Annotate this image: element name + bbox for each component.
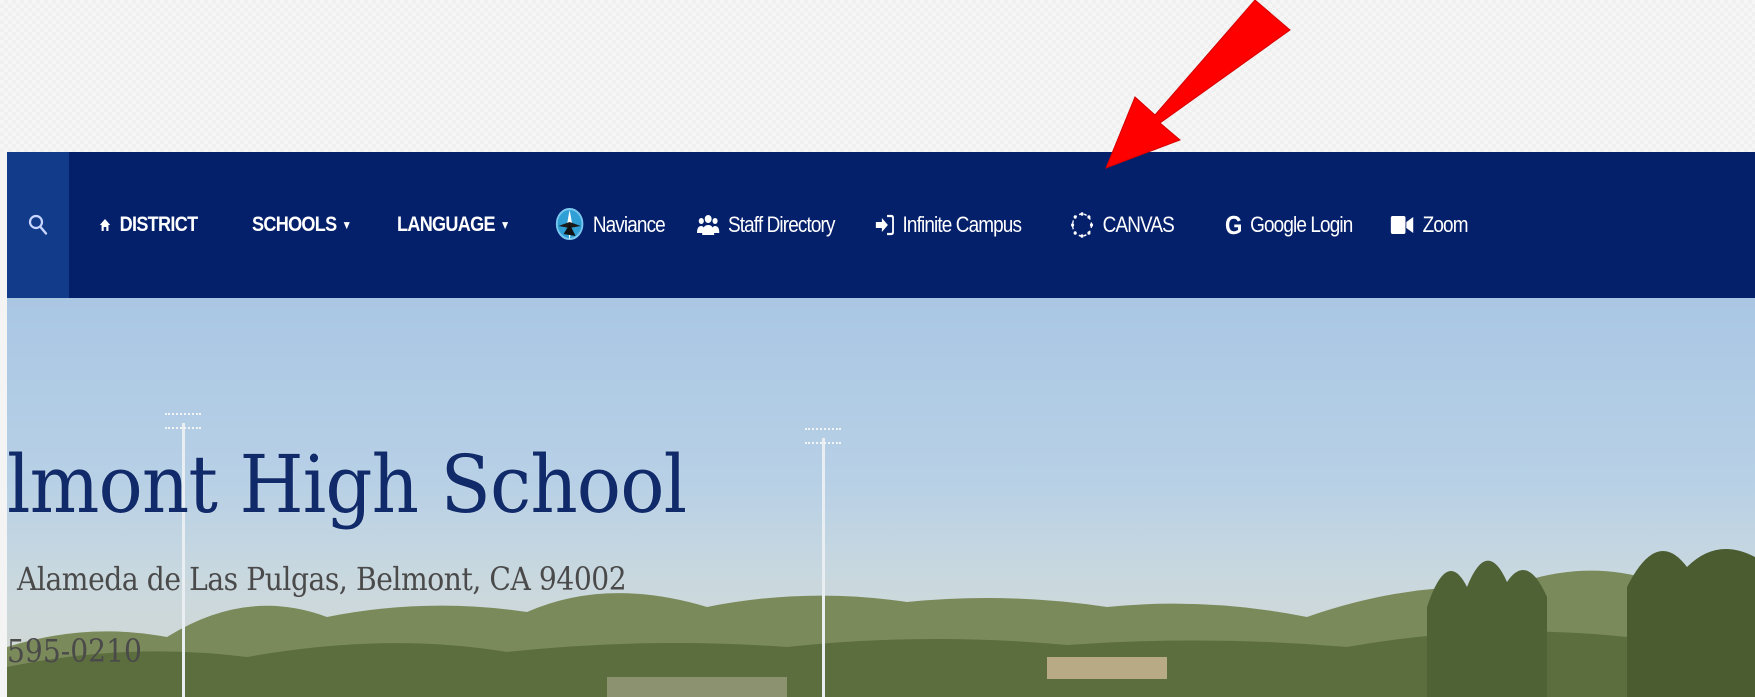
nav-zoom-label: Zoom xyxy=(1422,212,1469,237)
nav-zoom[interactable]: Zoom xyxy=(1390,152,1468,298)
naviance-compass-icon xyxy=(555,206,584,244)
screenshot-top-margin xyxy=(0,0,1755,152)
video-camera-icon xyxy=(1390,214,1414,236)
school-phone: 595-0210 xyxy=(7,632,142,670)
chevron-down-icon: ▼ xyxy=(499,218,510,232)
nav-google-login-label: Google Login xyxy=(1250,212,1353,237)
website-frame: DISTRICT SCHOOLS ▼ LANGUAGE ▼ Naviance S… xyxy=(7,152,1755,697)
search-icon xyxy=(28,214,48,235)
search-button[interactable] xyxy=(7,152,69,298)
google-icon: G xyxy=(1225,209,1242,240)
canvas-icon xyxy=(1070,211,1094,239)
school-address: Alameda de Las Pulgas, Belmont, CA 94002 xyxy=(17,560,627,598)
main-navbar: DISTRICT SCHOOLS ▼ LANGUAGE ▼ Naviance S… xyxy=(7,152,1755,298)
nav-naviance[interactable]: Naviance xyxy=(555,152,666,298)
nav-canvas[interactable]: CANVAS xyxy=(1070,152,1175,298)
stadium-light xyxy=(165,413,201,429)
nav-canvas-label: CANVAS xyxy=(1102,212,1175,237)
nav-district-label: DISTRICT xyxy=(119,213,198,236)
hero-background-image xyxy=(7,549,1755,697)
hero-banner: lmont High School Alameda de Las Pulgas,… xyxy=(7,298,1755,697)
home-icon xyxy=(99,218,111,232)
nav-district[interactable]: DISTRICT xyxy=(99,152,198,298)
users-icon xyxy=(697,213,720,237)
nav-infinite-campus-label: Infinite Campus xyxy=(902,212,1022,237)
nav-naviance-label: Naviance xyxy=(592,212,666,237)
nav-language-label: LANGUAGE xyxy=(397,213,496,236)
chevron-down-icon: ▼ xyxy=(341,218,352,232)
sign-in-icon xyxy=(875,214,894,236)
nav-infinite-campus[interactable]: Infinite Campus xyxy=(875,152,1022,298)
light-pole xyxy=(822,438,825,697)
stadium-light xyxy=(805,428,841,444)
nav-language-dropdown[interactable]: LANGUAGE ▼ xyxy=(397,152,510,298)
nav-staff-directory-label: Staff Directory xyxy=(727,212,835,237)
nav-schools-dropdown[interactable]: SCHOOLS ▼ xyxy=(252,152,352,298)
nav-google-login[interactable]: G Google Login xyxy=(1225,152,1353,298)
nav-schools-label: SCHOOLS xyxy=(252,213,337,236)
nav-staff-directory[interactable]: Staff Directory xyxy=(697,152,835,298)
school-title: lmont High School xyxy=(7,438,687,531)
